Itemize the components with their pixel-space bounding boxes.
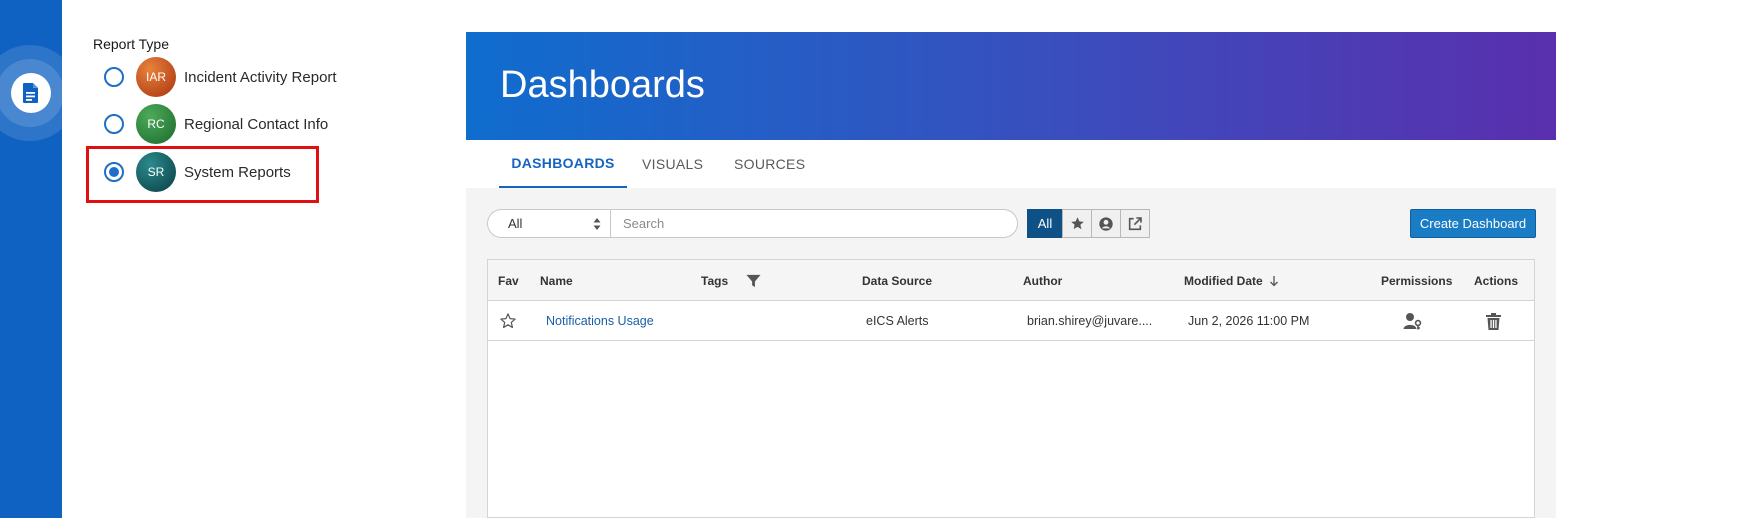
dashboards-panel: Dashboards DASHBOARDS VISUALS SOURCES Al…: [466, 32, 1556, 518]
filter-select[interactable]: All: [487, 209, 611, 238]
filter-select-value: All: [508, 216, 523, 231]
column-header-fav: Fav: [498, 273, 519, 288]
column-header-name[interactable]: Name: [540, 260, 573, 301]
report-type-title: Report Type: [93, 36, 170, 52]
table-row: Notifications Usage eICS Alerts brian.sh…: [488, 301, 1534, 341]
tab-visuals[interactable]: VISUALS: [642, 140, 703, 188]
report-type-option-iar[interactable]: IAR Incident Activity Report: [104, 56, 337, 98]
report-type-label: Regional Contact Info: [184, 115, 329, 133]
trash-icon: [1486, 312, 1501, 330]
app-root: Report Type IAR Incident Activity Report…: [0, 0, 1753, 518]
sort-arrows-icon: [593, 218, 601, 230]
data-source-cell: eICS Alerts: [866, 314, 929, 328]
search-input[interactable]: [610, 209, 1018, 238]
create-dashboard-button[interactable]: Create Dashboard: [1410, 209, 1536, 238]
filter-mine-button[interactable]: [1091, 209, 1121, 238]
filter-favorites-button[interactable]: [1062, 209, 1092, 238]
column-header-modified-date[interactable]: Modified Date: [1184, 260, 1280, 301]
left-rail: [0, 0, 78, 518]
tab-dashboards[interactable]: DASHBOARDS: [499, 140, 627, 188]
star-icon: [1070, 217, 1084, 230]
filter-all-button[interactable]: All: [1027, 209, 1063, 238]
column-header-modified-label: Modified Date: [1184, 273, 1263, 288]
table-header: Fav Name Tags Data Source Author Modifie…: [488, 260, 1534, 301]
document-icon: [23, 83, 38, 103]
filter-shared-button[interactable]: [1120, 209, 1150, 238]
user-circle-icon: [1099, 216, 1113, 231]
user-key-icon: [1403, 313, 1422, 330]
avatar: RC: [136, 104, 176, 144]
selection-highlight: [86, 146, 319, 203]
author-cell: brian.shirey@juvare....: [1027, 314, 1153, 328]
sort-down-icon: [1269, 275, 1278, 286]
tab-sources[interactable]: SOURCES: [734, 140, 805, 188]
column-header-tags: Tags: [701, 273, 729, 288]
tags-filter-button[interactable]: [746, 260, 761, 301]
column-header-permissions: Permissions: [1381, 273, 1453, 288]
page-title: Dashboards: [500, 64, 705, 106]
report-type-option-rc[interactable]: RC Regional Contact Info: [104, 103, 328, 145]
star-outline-icon: [500, 313, 516, 329]
reports-nav-button[interactable]: [11, 73, 51, 113]
filter-icon: [746, 274, 761, 287]
column-header-data-source[interactable]: Data Source: [862, 260, 932, 301]
favorite-toggle[interactable]: [499, 301, 517, 341]
modified-date-cell: Jun 2, 2026 11:00 PM: [1188, 314, 1310, 328]
dashboard-header: Dashboards: [466, 32, 1556, 140]
column-header-actions: Actions: [1474, 273, 1519, 288]
avatar: IAR: [136, 57, 176, 97]
tab-bar: DASHBOARDS VISUALS SOURCES: [466, 140, 1556, 188]
dashboard-name-link[interactable]: Notifications Usage: [546, 301, 654, 341]
radio-button[interactable]: [104, 114, 124, 134]
external-link-icon: [1128, 216, 1142, 230]
report-type-label: Incident Activity Report: [184, 68, 337, 86]
delete-button[interactable]: [1486, 301, 1501, 341]
column-header-author[interactable]: Author: [1023, 260, 1062, 301]
permissions-button[interactable]: [1403, 301, 1423, 341]
radio-button[interactable]: [104, 67, 124, 87]
dashboards-table: Fav Name Tags Data Source Author Modifie…: [487, 259, 1535, 518]
